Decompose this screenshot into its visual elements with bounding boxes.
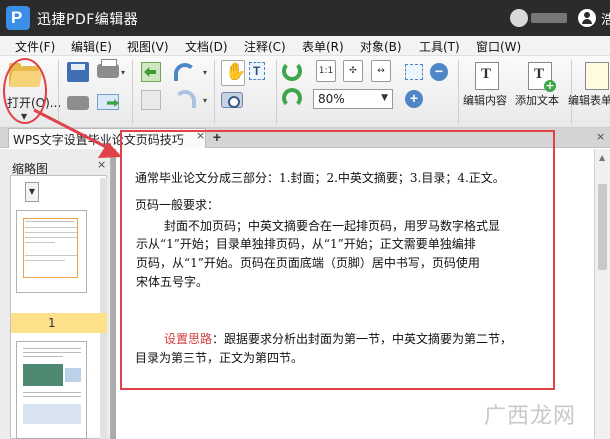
watermark-logo: 广西龙网 [484, 404, 577, 429]
annotation-arrow [33, 108, 122, 158]
